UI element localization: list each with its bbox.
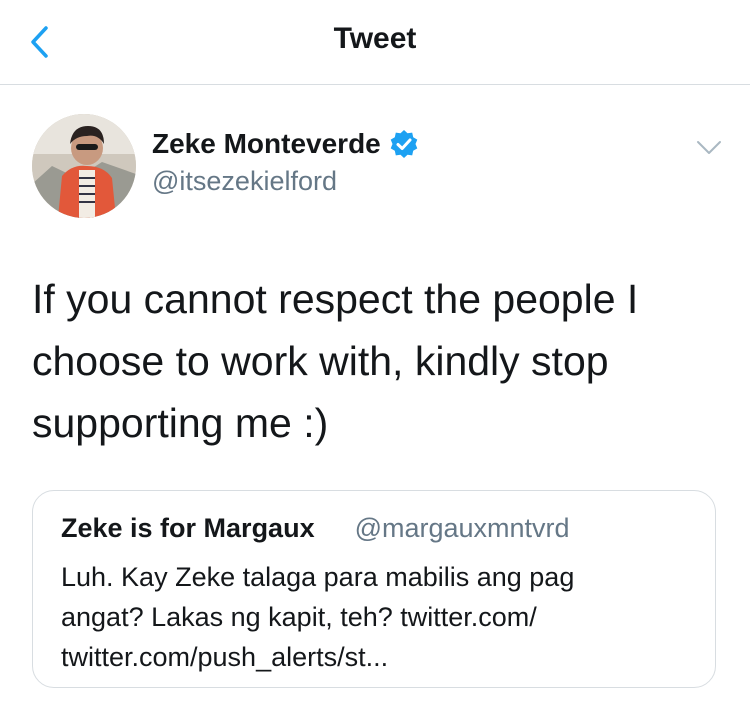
author-name: Zeke Monteverde bbox=[152, 128, 381, 159]
quoted-author-name: Zeke is for Margaux bbox=[61, 513, 315, 543]
tweet-text-line: If you cannot respect the people I bbox=[32, 276, 639, 322]
quoted-tweet-card[interactable]: Zeke is for Margaux @margauxmntvrd Luh. K… bbox=[32, 490, 716, 688]
tweet-text: If you cannot respect the people I choos… bbox=[32, 268, 722, 454]
quoted-text-line: twitter.com/push_alerts/st... bbox=[61, 642, 389, 672]
profile-photo bbox=[32, 114, 136, 218]
quoted-text-line: Luh. Kay Zeke talaga para mabilis ang pa… bbox=[61, 562, 575, 592]
verified-badge-icon bbox=[390, 130, 418, 158]
tweet-text-line: choose to work with, kindly stop bbox=[32, 338, 609, 384]
quoted-text-line: angat? Lakas ng kapit, teh? twitter.com/ bbox=[61, 602, 537, 632]
more-options-button[interactable] bbox=[694, 136, 724, 160]
quoted-tweet-header: Zeke is for Margaux @margauxmntvrd bbox=[61, 513, 570, 544]
quoted-author-handle: @margauxmntvrd bbox=[354, 513, 570, 543]
page-title: Tweet bbox=[333, 22, 417, 55]
author-name-row[interactable]: Zeke Monteverde bbox=[152, 128, 419, 160]
tweet-text-line: supporting me :) bbox=[32, 400, 329, 446]
chevron-down-icon bbox=[697, 141, 721, 154]
quoted-tweet-text: Luh. Kay Zeke talaga para mabilis ang pa… bbox=[61, 557, 701, 677]
author-handle[interactable]: @itsezekielford bbox=[152, 166, 337, 197]
avatar[interactable] bbox=[32, 114, 136, 218]
navigation-bar: Tweet bbox=[0, 0, 750, 85]
